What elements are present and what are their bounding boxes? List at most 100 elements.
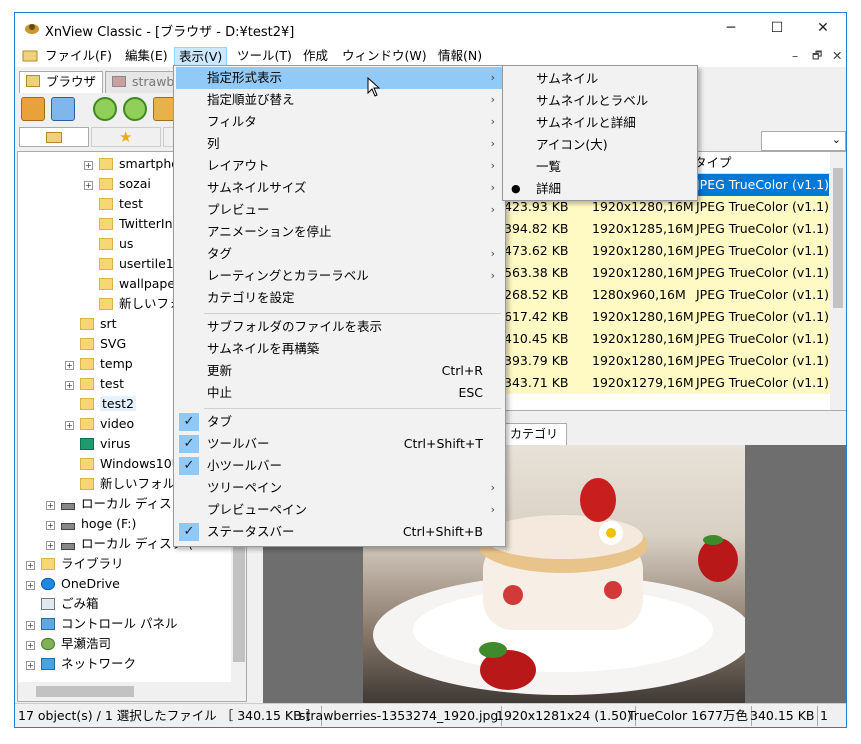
menu-item-preview[interactable]: プレビュー › xyxy=(176,199,503,221)
status-size: 340.15 KB xyxy=(747,706,819,726)
rotate-right-icon[interactable] xyxy=(123,97,147,121)
expand-icon[interactable]: + xyxy=(46,501,55,510)
close-button[interactable]: ✕ xyxy=(800,13,846,45)
expand-icon[interactable]: + xyxy=(26,641,35,650)
expand-icon[interactable]: + xyxy=(65,361,74,370)
menu-item-label: カテゴリを設定 xyxy=(207,290,295,305)
submenu-item-list[interactable]: 一覧 xyxy=(505,156,695,178)
tree-item[interactable]: + OneDrive xyxy=(26,574,120,594)
menu-file[interactable]: ファイル(F) xyxy=(41,47,116,66)
expand-icon[interactable]: + xyxy=(65,421,74,430)
submenu-item-details[interactable]: ● 詳細 xyxy=(505,178,695,200)
menu-item-sort[interactable]: 指定順並び替え › xyxy=(176,89,503,111)
menu-item-small-toolbar[interactable]: ✓ 小ツールバー xyxy=(176,455,503,477)
tab-category[interactable]: カテゴリ xyxy=(503,423,567,445)
tree-hscroll-thumb[interactable] xyxy=(36,686,134,697)
submenu-item-thumbnail-details[interactable]: サムネイルと詳細 xyxy=(505,112,695,134)
menu-info[interactable]: 情報(N) xyxy=(434,47,486,66)
tree-item[interactable]: TwitterIn xyxy=(99,214,173,234)
menu-item-filter[interactable]: フィルタ › xyxy=(176,111,503,133)
list-scroll-thumb[interactable] xyxy=(833,168,843,308)
mdi-minimize-button[interactable]: – xyxy=(788,47,802,66)
tree-item[interactable]: + temp xyxy=(65,354,133,374)
tree-item[interactable]: + video xyxy=(65,414,134,434)
menu-item-columns[interactable]: 列 › xyxy=(176,133,503,155)
tree-item[interactable]: usertile10 xyxy=(99,254,182,274)
submenu-arrow-icon: › xyxy=(490,503,495,516)
menu-create[interactable]: 作成 xyxy=(299,47,332,66)
menu-item-tabs[interactable]: ✓ タブ xyxy=(176,411,503,433)
filter-combo[interactable]: ⌄ xyxy=(761,131,846,151)
menu-edit[interactable]: 編集(E) xyxy=(121,47,172,66)
expand-icon[interactable]: + xyxy=(46,521,55,530)
tree-item[interactable]: + hoge (F:) xyxy=(46,514,136,534)
tree-item[interactable]: 新しいフォル xyxy=(80,474,175,494)
mdi-restore-button[interactable]: 🗗 xyxy=(808,47,826,66)
menu-item-stop-animation[interactable]: アニメーションを停止 xyxy=(176,221,503,243)
tree-item[interactable]: + コントロール パネル xyxy=(26,614,177,634)
tree-item[interactable]: test xyxy=(99,194,143,214)
expand-icon[interactable]: + xyxy=(46,541,55,550)
expand-icon[interactable]: + xyxy=(26,581,35,590)
tree-item[interactable]: + ネットワーク xyxy=(26,654,136,674)
tree-horizontal-scrollbar[interactable] xyxy=(18,682,231,701)
tree-item[interactable]: srt xyxy=(80,314,117,334)
submenu-item-thumbnail-label[interactable]: サムネイルとラベル xyxy=(505,90,695,112)
menu-item-thumbnail-size[interactable]: サムネイルサイズ › xyxy=(176,177,503,199)
menu-item-toolbar[interactable]: ✓ ツールバー Ctrl+Shift+T xyxy=(176,433,503,455)
menu-item-display-mode[interactable]: 指定形式表示 › xyxy=(176,67,503,89)
menu-window[interactable]: ウィンドウ(W) xyxy=(338,47,431,66)
expand-icon[interactable]: + xyxy=(26,561,35,570)
tree-item[interactable]: wallpaper xyxy=(99,274,180,294)
tree-item[interactable]: virus xyxy=(80,434,130,454)
tree-item[interactable]: + sozai xyxy=(84,174,151,194)
menu-item-show-subfolders[interactable]: サブフォルダのファイルを表示 xyxy=(176,316,503,338)
expand-icon[interactable]: + xyxy=(65,381,74,390)
menu-view[interactable]: 表示(V) xyxy=(174,47,228,66)
expand-icon[interactable]: + xyxy=(26,661,35,670)
submenu-item-large-icons[interactable]: アイコン(大) xyxy=(505,134,695,156)
expand-icon[interactable]: + xyxy=(26,621,35,630)
list-vertical-scrollbar[interactable] xyxy=(830,152,846,410)
maximize-button[interactable]: ☐ xyxy=(754,13,800,45)
favorites-tab[interactable]: ★ xyxy=(91,127,161,147)
menu-item-refresh[interactable]: 更新 Ctrl+R xyxy=(176,360,503,382)
tab-browser[interactable]: ブラウザ xyxy=(19,71,103,93)
menu-item-tree-pane[interactable]: ツリーペイン › xyxy=(176,477,503,499)
menu-item-layout[interactable]: レイアウト › xyxy=(176,155,503,177)
menu-bar: ファイル(F) 編集(E) 表示(V) ツール(T) 作成 ウィンドウ(W) 情… xyxy=(15,45,846,67)
tree-item-selected[interactable]: test2 xyxy=(80,394,136,414)
tree-item[interactable]: + ローカル ディスク ( xyxy=(46,534,193,554)
tree-item[interactable]: + ローカル ディスク xyxy=(46,494,184,514)
tree-item[interactable]: ごみ箱 xyxy=(41,594,99,614)
menu-item-label: タグ xyxy=(207,246,233,261)
tree-item-label: TwitterIn xyxy=(119,216,173,231)
rotate-left-icon[interactable] xyxy=(93,97,117,121)
menu-item-tags[interactable]: タグ › xyxy=(176,243,503,265)
tree-item[interactable]: Windows10U xyxy=(80,454,181,474)
submenu-item-thumbnail[interactable]: サムネイル xyxy=(505,68,695,90)
mdi-close-button[interactable]: ✕ xyxy=(828,47,846,66)
tab-image[interactable]: strawb xyxy=(105,71,175,93)
menu-tools[interactable]: ツール(T) xyxy=(233,47,296,66)
menu-item-status-bar[interactable]: ✓ ステータスバー Ctrl+Shift+B xyxy=(176,521,503,543)
menu-item-set-category[interactable]: カテゴリを設定 xyxy=(176,287,503,309)
tree-item[interactable]: + test xyxy=(65,374,124,394)
expand-icon[interactable]: + xyxy=(84,161,93,170)
tree-item[interactable]: + ライブラリ xyxy=(26,554,124,574)
tree-item[interactable]: + smartpho xyxy=(84,154,179,174)
column-header-type[interactable]: タイプ xyxy=(694,152,732,174)
tree-item[interactable]: us xyxy=(99,234,133,254)
view-image-icon[interactable] xyxy=(21,97,45,121)
fullscreen-icon[interactable] xyxy=(51,97,75,121)
menu-item-rebuild-thumbnails[interactable]: サムネイルを再構築 xyxy=(176,338,503,360)
minimize-button[interactable]: ─ xyxy=(708,13,754,45)
menu-item-preview-pane[interactable]: プレビューペイン › xyxy=(176,499,503,521)
tree-item[interactable]: 新しいフォ xyxy=(99,294,182,314)
menu-item-rating[interactable]: レーティングとカラーラベル › xyxy=(176,265,503,287)
tree-item[interactable]: SVG xyxy=(80,334,126,354)
expand-icon[interactable]: + xyxy=(84,181,93,190)
tree-item[interactable]: + 早瀬浩司 xyxy=(26,634,111,654)
menu-item-stop[interactable]: 中止 ESC xyxy=(176,382,503,404)
folders-tab[interactable] xyxy=(19,127,89,147)
